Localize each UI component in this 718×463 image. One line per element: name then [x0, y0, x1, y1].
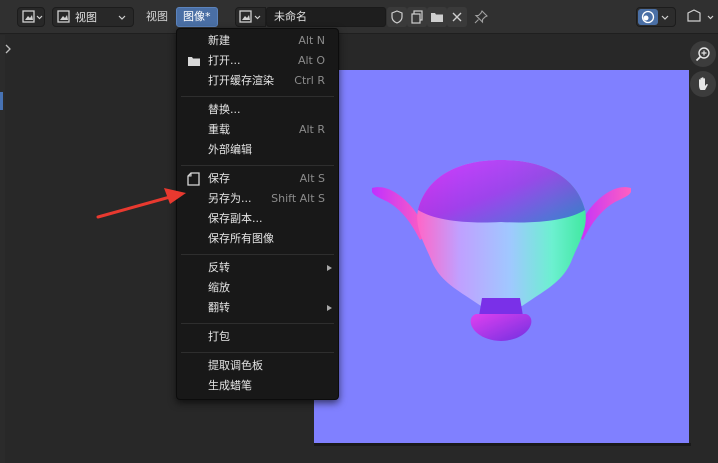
save-icon	[187, 172, 200, 186]
new-image-button[interactable]	[407, 7, 427, 27]
menu-item-label: 提取调色板	[208, 359, 263, 372]
menu-item-resize[interactable]: 缩放	[177, 278, 338, 298]
image-editor-header: 视图 视图 图像* 未命名	[0, 0, 718, 34]
menu-separator	[181, 254, 334, 255]
menu-item-label: 重载	[208, 123, 230, 136]
editor-type-selector[interactable]	[17, 7, 45, 27]
menu-item-label: 新建	[208, 34, 230, 47]
collapse-icon[interactable]	[4, 43, 12, 55]
menu-item-save[interactable]: 保存 Alt S	[177, 169, 338, 189]
pin-button[interactable]	[471, 7, 491, 27]
menu-item-shortcut: Alt S	[299, 172, 325, 185]
image-name-field[interactable]: 未命名	[266, 7, 386, 27]
mode-selector-label: 视图	[75, 11, 97, 24]
image-icon	[57, 10, 70, 23]
zoom-button[interactable]	[690, 41, 716, 67]
overlay-toggle[interactable]	[636, 7, 676, 27]
menu-item-label: 翻转	[208, 301, 230, 314]
hand-icon	[699, 77, 708, 90]
overlay-icon	[641, 10, 655, 24]
zoom-icon	[695, 47, 710, 62]
menu-item-label: 反转	[208, 261, 230, 274]
menu-item-new[interactable]: 新建 Alt N	[177, 31, 338, 51]
menu-separator	[181, 96, 334, 97]
pin-icon	[474, 10, 488, 24]
folder-icon	[188, 57, 200, 66]
image-canvas[interactable]	[314, 70, 689, 443]
menu-item-label: 打开...	[208, 54, 241, 67]
menu-item-label: 保存所有图像	[208, 232, 274, 245]
shield-icon	[391, 10, 403, 24]
menu-item-label: 缩放	[208, 281, 230, 294]
chevron-down-icon	[661, 15, 669, 20]
menu-view[interactable]: 视图	[140, 7, 174, 27]
chevron-down-icon	[118, 15, 126, 20]
pan-button[interactable]	[690, 71, 716, 97]
editor-type-icon	[22, 10, 43, 23]
menu-item-label: 外部编辑	[208, 143, 252, 156]
menu-item-label: 打包	[208, 330, 230, 343]
menu-item-open[interactable]: 打开... Alt O	[177, 51, 338, 71]
menu-item-invert[interactable]: 反转	[177, 258, 338, 278]
submenu-arrow-icon	[327, 305, 332, 311]
menu-item-shortcut: Ctrl R	[294, 74, 325, 87]
menu-item-shortcut: Alt R	[298, 123, 325, 136]
close-icon	[452, 12, 462, 22]
image-menu-dropdown: 新建 Alt N 打开... Alt O 打开缓存渲染 Ctrl R 替换...…	[176, 28, 339, 400]
menu-item-extract-palette[interactable]: 提取调色板	[177, 356, 338, 376]
menu-item-edit-externally[interactable]: 外部编辑	[177, 140, 338, 160]
active-tool-indicator	[0, 92, 3, 110]
menu-item-generate-grease-pencil[interactable]: 生成蜡笔	[177, 376, 338, 396]
menu-item-save-as[interactable]: 另存为... Shift Alt S	[177, 189, 338, 209]
menu-item-shortcut: Alt N	[298, 34, 325, 47]
menu-separator	[181, 352, 334, 353]
gizmo-toggle[interactable]	[684, 7, 718, 27]
menu-item-save-copy[interactable]: 保存副本...	[177, 209, 338, 229]
image-browse-button[interactable]	[235, 7, 266, 27]
menu-item-shortcut: Shift Alt S	[271, 192, 325, 205]
menu-image[interactable]: 图像*	[176, 7, 218, 27]
menu-item-replace[interactable]: 替换...	[177, 100, 338, 120]
menu-item-pack[interactable]: 打包	[177, 327, 338, 347]
menu-item-label: 替换...	[208, 103, 241, 116]
menu-separator	[181, 165, 334, 166]
menu-item-shortcut: Alt O	[297, 54, 325, 67]
menu-item-label: 另存为...	[208, 192, 252, 205]
menu-item-label: 保存	[208, 172, 230, 185]
folder-icon	[431, 13, 443, 22]
unlink-image-button[interactable]	[447, 7, 467, 27]
mode-selector[interactable]: 视图	[52, 7, 134, 27]
duplicate-icon	[411, 10, 423, 24]
menu-item-label: 打开缓存渲染	[208, 74, 274, 87]
menu-separator	[181, 323, 334, 324]
submenu-arrow-icon	[327, 265, 332, 271]
normal-map-shape	[372, 160, 631, 341]
menu-item-open-cached-render[interactable]: 打开缓存渲染 Ctrl R	[177, 71, 338, 91]
menu-item-label: 保存副本...	[208, 212, 263, 225]
image-browse-icon	[239, 10, 261, 23]
fake-user-button[interactable]	[387, 7, 407, 27]
gizmo-icon	[687, 9, 714, 22]
open-image-button[interactable]	[427, 7, 447, 27]
canvas-shadow	[314, 443, 691, 446]
menu-item-save-all-images[interactable]: 保存所有图像	[177, 229, 338, 249]
menu-item-reload[interactable]: 重载 Alt R	[177, 120, 338, 140]
menu-item-label: 生成蜡笔	[208, 379, 252, 392]
menu-item-flip[interactable]: 翻转	[177, 298, 338, 318]
